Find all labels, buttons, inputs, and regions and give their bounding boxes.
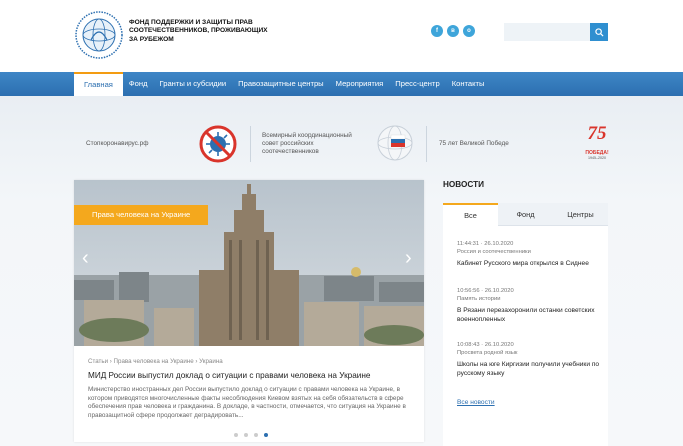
partner-victory[interactable]: 75 лет Великой Победе <box>439 120 509 168</box>
partner-covid[interactable]: Стопкоронавирус.рф <box>86 120 148 168</box>
nav-contacts[interactable]: Контакты <box>446 72 491 96</box>
fund-logo[interactable] <box>74 10 124 60</box>
slide-excerpt: Министерство иностранных дел России выпу… <box>88 386 406 419</box>
divider <box>250 126 251 162</box>
tab-fund[interactable]: Фонд <box>498 203 553 226</box>
slider-pagination <box>234 433 268 437</box>
news-title[interactable]: Кабинет Русского мира открылся в Сиднее <box>457 260 607 269</box>
covid-link-text[interactable]: Стопкоронавирус.рф <box>86 140 148 148</box>
vk-icon[interactable]: в <box>447 25 459 37</box>
news-category[interactable]: Просвета родной язык <box>457 350 607 356</box>
partner-banners: Стопкоронавирус.рф Всемирный координацио… <box>74 120 609 168</box>
odnoklassniki-icon[interactable]: о <box>463 25 475 37</box>
news-title[interactable]: В Рязани перезахоронили останки советски… <box>457 307 607 324</box>
news-category[interactable]: Память истории <box>457 296 607 302</box>
news-panel: Все Фонд Центры 11:44:31 · 26.10.2020 Ро… <box>443 203 608 446</box>
news-category[interactable]: Россия и соотечественники <box>457 249 607 255</box>
slider-dot[interactable] <box>234 433 238 437</box>
news-date: 10:08:43 · 26.10.2020 <box>457 342 514 348</box>
news-item: 10:08:43 · 26.10.2020 Просвета родной яз… <box>457 342 607 378</box>
slider-dot-active[interactable] <box>264 433 268 437</box>
news-title[interactable]: Школы на юге Киргизии получили учебники … <box>457 361 607 378</box>
tab-all[interactable]: Все <box>443 203 498 226</box>
slide-breadcrumb[interactable]: Статьи › Права человека на Украине › Укр… <box>88 358 223 365</box>
tab-centers[interactable]: Центры <box>553 203 608 226</box>
slider-dot[interactable] <box>244 433 248 437</box>
header: Фонд поддержки и защиты прав соотечестве… <box>0 0 683 72</box>
nav-events[interactable]: Мероприятия <box>330 72 390 96</box>
nav-press-center[interactable]: Пресс-центр <box>389 72 445 96</box>
next-arrow-icon[interactable]: › <box>405 248 412 268</box>
victory-logo-years: 1945–2020 <box>588 156 606 160</box>
divider <box>426 126 427 162</box>
globe-icon[interactable] <box>376 124 414 162</box>
facebook-icon[interactable]: f <box>431 25 443 37</box>
search-button[interactable] <box>590 23 608 41</box>
news-slider: Права человека на Украине ‹ › Статьи › П… <box>74 180 424 442</box>
council-link-text[interactable]: Всемирный координационный совет российск… <box>262 132 354 156</box>
news-date: 10:56:56 · 26.10.2020 <box>457 288 514 294</box>
search-input[interactable] <box>504 23 590 41</box>
slider-dot[interactable] <box>254 433 258 437</box>
nav-fund[interactable]: Фонд <box>123 72 154 96</box>
nav-grants[interactable]: Гранты и субсидии <box>154 72 233 96</box>
victory-logo-number: 75 <box>587 123 607 144</box>
slide-title[interactable]: МИД России выпустил доклад о ситуации с … <box>88 371 408 380</box>
news-date: 11:44:31 · 26.10.2020 <box>457 241 514 247</box>
news-item: 10:56:56 · 26.10.2020 Память истории В Р… <box>457 288 607 324</box>
search-icon <box>594 27 604 37</box>
partner-council[interactable]: Всемирный координационный совет российск… <box>262 120 354 168</box>
victory-75-logo[interactable]: 75 ПОБЕДА! 1945–2020 <box>582 124 612 164</box>
nav-rights-centers[interactable]: Правозащитные центры <box>232 72 330 96</box>
prev-arrow-icon[interactable]: ‹ <box>82 248 89 268</box>
news-item: 11:44:31 · 26.10.2020 Россия и соотечест… <box>457 241 607 269</box>
social-links: f в о <box>431 25 475 37</box>
slide-category-tag[interactable]: Права человека на Украине <box>74 205 209 225</box>
news-heading: НОВОСТИ <box>443 180 484 189</box>
covid-icon[interactable] <box>198 124 238 164</box>
org-name: Фонд поддержки и защиты прав соотечестве… <box>129 19 268 43</box>
main-nav: Главная Фонд Гранты и субсидии Правозащи… <box>0 72 683 96</box>
victory-link-text[interactable]: 75 лет Великой Победе <box>439 140 509 148</box>
news-tabs: Все Фонд Центры <box>443 203 608 226</box>
all-news-link[interactable]: Все новости <box>457 399 495 406</box>
nav-home[interactable]: Главная <box>74 72 123 96</box>
